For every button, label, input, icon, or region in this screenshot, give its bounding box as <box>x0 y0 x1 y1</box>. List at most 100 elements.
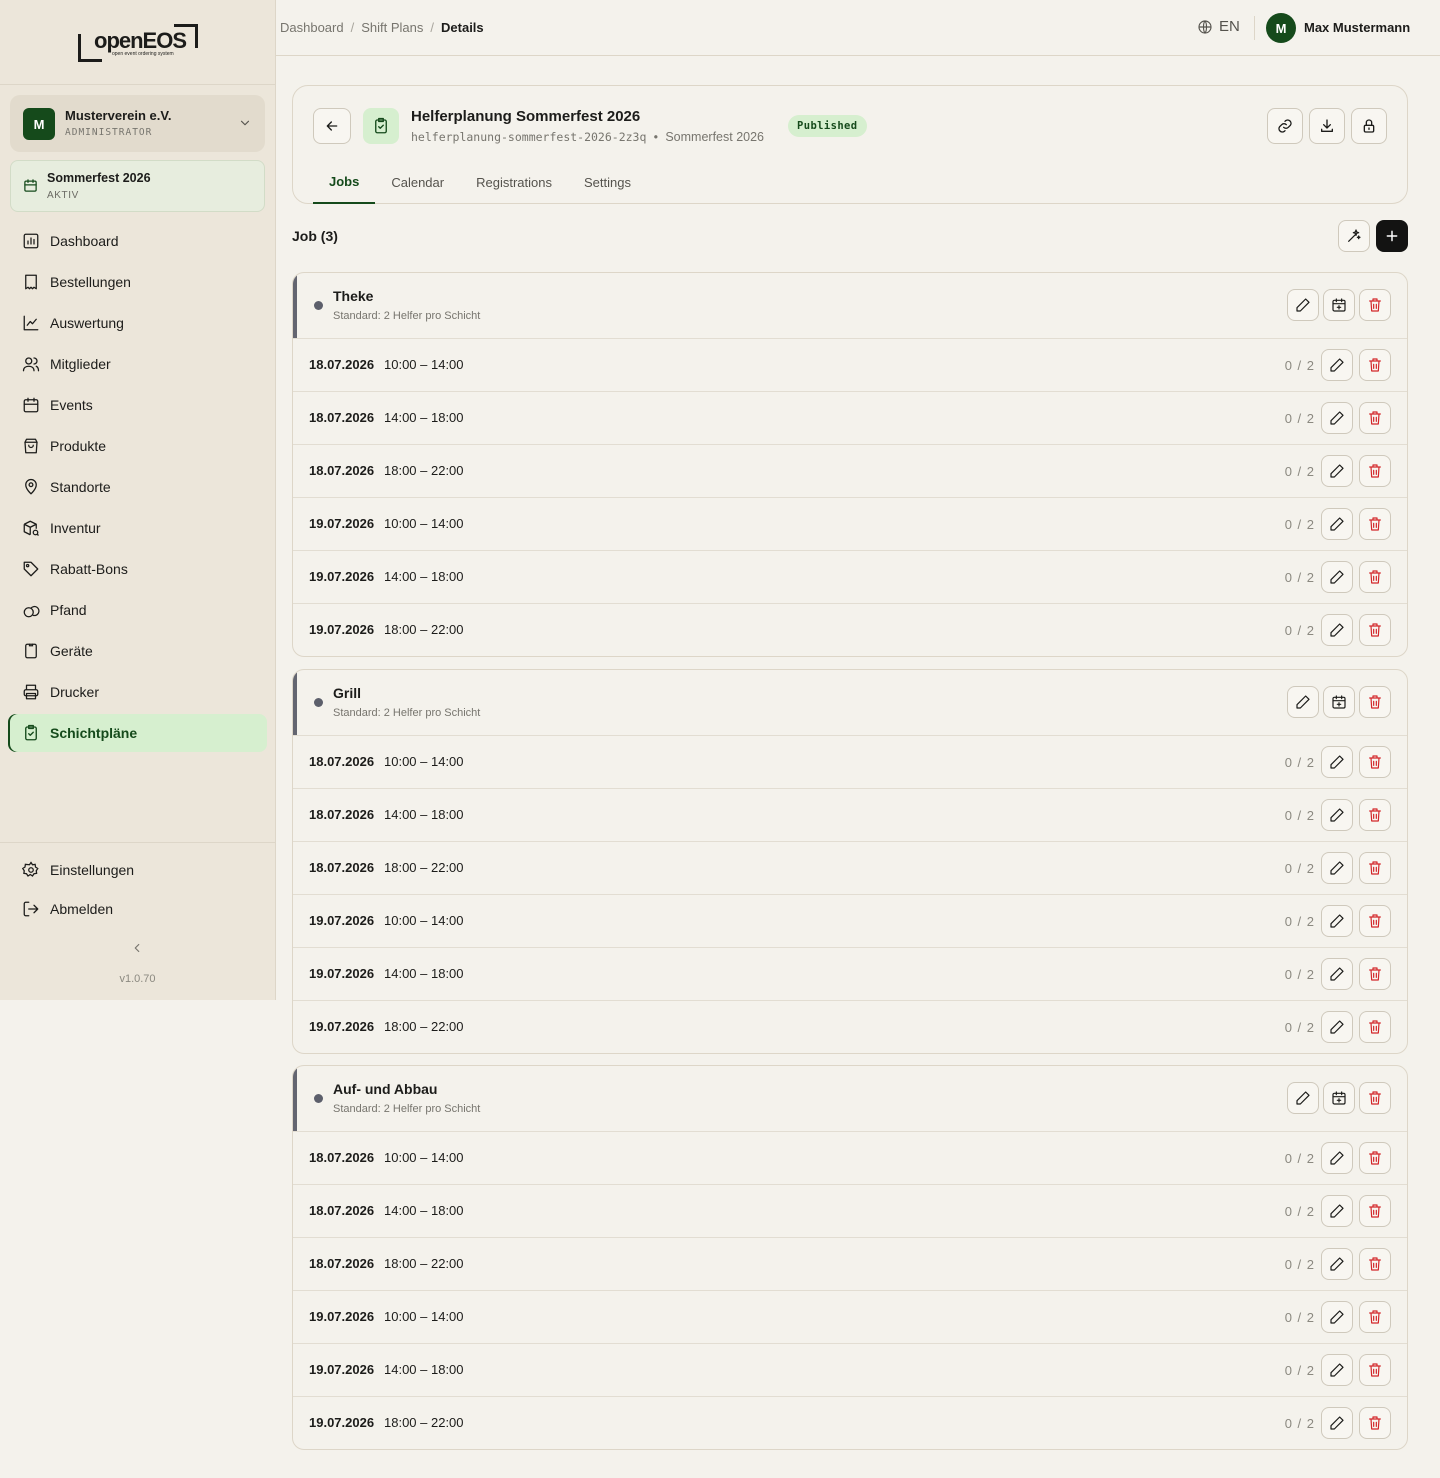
edit-shift-button[interactable] <box>1321 455 1353 487</box>
edit-job-button[interactable] <box>1287 686 1319 718</box>
shift-actions <box>1321 1354 1391 1386</box>
trash-icon <box>1367 569 1383 585</box>
shift-date: 19.07.2026 <box>309 1362 375 1377</box>
delete-job-button[interactable] <box>1359 686 1391 718</box>
edit-shift-button[interactable] <box>1321 1354 1353 1386</box>
sidebar-item-label: Drucker <box>50 684 100 700</box>
edit-shift-button[interactable] <box>1321 349 1353 381</box>
auto-generate-button[interactable] <box>1338 220 1370 252</box>
sidebar-item-einstellungen[interactable]: Einstellungen <box>22 860 134 880</box>
active-event-card[interactable]: Sommerfest 2026 AKTIV <box>10 160 265 212</box>
delete-shift-button[interactable] <box>1359 614 1391 646</box>
tab-registrations[interactable]: Registrations <box>460 161 568 204</box>
delete-shift-button[interactable] <box>1359 1407 1391 1439</box>
logo[interactable]: openEOS open event ordering system <box>78 24 198 64</box>
add-shift-button[interactable] <box>1323 289 1355 321</box>
delete-shift-button[interactable] <box>1359 799 1391 831</box>
trash-icon <box>1367 1256 1383 1272</box>
delete-shift-button[interactable] <box>1359 1248 1391 1280</box>
edit-shift-button[interactable] <box>1321 1195 1353 1227</box>
delete-shift-button[interactable] <box>1359 349 1391 381</box>
delete-shift-button[interactable] <box>1359 402 1391 434</box>
delete-shift-button[interactable] <box>1359 561 1391 593</box>
edit-shift-button[interactable] <box>1321 1407 1353 1439</box>
edit-shift-button[interactable] <box>1321 614 1353 646</box>
delete-shift-button[interactable] <box>1359 958 1391 990</box>
download-button[interactable] <box>1309 108 1345 144</box>
delete-shift-button[interactable] <box>1359 1301 1391 1333</box>
shift-date: 19.07.2026 <box>309 913 375 928</box>
sidebar-item-geraete[interactable]: Geräte <box>8 632 267 670</box>
delete-shift-button[interactable] <box>1359 1142 1391 1174</box>
edit-shift-button[interactable] <box>1321 905 1353 937</box>
sidebar-item-drucker[interactable]: Drucker <box>8 673 267 711</box>
org-name: Musterverein e.V. <box>65 108 172 123</box>
edit-job-button[interactable] <box>1287 289 1319 321</box>
edit-shift-button[interactable] <box>1321 561 1353 593</box>
edit-job-button[interactable] <box>1287 1082 1319 1114</box>
add-shift-button[interactable] <box>1323 686 1355 718</box>
tab-calendar[interactable]: Calendar <box>375 161 460 204</box>
delete-shift-button[interactable] <box>1359 905 1391 937</box>
breadcrumb-shift-plans[interactable]: Shift Plans <box>361 20 423 35</box>
sidebar-item-events[interactable]: Events <box>8 386 267 424</box>
delete-shift-button[interactable] <box>1359 746 1391 778</box>
edit-shift-button[interactable] <box>1321 852 1353 884</box>
sidebar-item-standorte[interactable]: Standorte <box>8 468 267 506</box>
sidebar-item-rabatt-bons[interactable]: Rabatt-Bons <box>8 550 267 588</box>
sidebar-item-inventur[interactable]: Inventur <box>8 509 267 547</box>
tab-jobs[interactable]: Jobs <box>313 161 376 204</box>
edit-shift-button[interactable] <box>1321 958 1353 990</box>
organization-switcher[interactable]: M Musterverein e.V. ADMINISTRATOR <box>10 95 265 152</box>
user-avatar[interactable]: M <box>1266 13 1296 43</box>
pencil-icon <box>1329 754 1345 770</box>
edit-shift-button[interactable] <box>1321 508 1353 540</box>
copy-link-button[interactable] <box>1267 108 1303 144</box>
delete-job-button[interactable] <box>1359 1082 1391 1114</box>
shift-row: 19.07.2026 18:00 – 22:00 0 / 2 <box>293 1397 1407 1449</box>
add-job-button[interactable] <box>1376 220 1408 252</box>
sidebar-item-mitglieder[interactable]: Mitglieder <box>8 345 267 383</box>
pencil-icon <box>1329 1019 1345 1035</box>
sidebar-item-bestellungen[interactable]: Bestellungen <box>8 263 267 301</box>
sidebar-item-produkte[interactable]: Produkte <box>8 427 267 465</box>
shift-helper-count: 0 / 2 <box>1284 358 1315 373</box>
collapse-sidebar-icon[interactable] <box>130 941 144 955</box>
sidebar-item-dashboard[interactable]: Dashboard <box>8 222 267 260</box>
job-default-helpers: Standard: 2 Helfer pro Schicht <box>333 310 481 322</box>
delete-shift-button[interactable] <box>1359 508 1391 540</box>
add-shift-button[interactable] <box>1323 1082 1355 1114</box>
edit-shift-button[interactable] <box>1321 799 1353 831</box>
edit-shift-button[interactable] <box>1321 746 1353 778</box>
delete-shift-button[interactable] <box>1359 1354 1391 1386</box>
shift-date: 19.07.2026 <box>309 1415 375 1430</box>
language-switcher[interactable]: EN <box>1197 18 1240 35</box>
gear-icon <box>22 861 40 879</box>
sidebar-item-abmelden[interactable]: Abmelden <box>22 899 113 919</box>
sidebar-item-auswertung[interactable]: Auswertung <box>8 304 267 342</box>
tab-settings[interactable]: Settings <box>568 161 647 204</box>
shift-time: 18:00 – 22:00 <box>384 622 464 637</box>
logout-label: Abmelden <box>50 901 114 917</box>
delete-shift-button[interactable] <box>1359 1011 1391 1043</box>
delete-job-button[interactable] <box>1359 289 1391 321</box>
trash-icon <box>1367 694 1383 710</box>
delete-shift-button[interactable] <box>1359 1195 1391 1227</box>
job-name: Grill <box>333 685 362 701</box>
delete-shift-button[interactable] <box>1359 455 1391 487</box>
lock-button[interactable] <box>1351 108 1387 144</box>
sidebar-item-pfand[interactable]: Pfand <box>8 591 267 629</box>
edit-shift-button[interactable] <box>1321 1142 1353 1174</box>
delete-shift-button[interactable] <box>1359 852 1391 884</box>
job-card: Auf- und Abbau Standard: 2 Helfer pro Sc… <box>292 1065 1408 1450</box>
edit-shift-button[interactable] <box>1321 1301 1353 1333</box>
shift-time: 18:00 – 22:00 <box>384 463 464 478</box>
sidebar-item-schichtplaene[interactable]: Schichtpläne <box>8 714 267 752</box>
edit-shift-button[interactable] <box>1321 1011 1353 1043</box>
breadcrumb-dashboard[interactable]: Dashboard <box>280 20 344 35</box>
edit-shift-button[interactable] <box>1321 1248 1353 1280</box>
shift-time: 14:00 – 18:00 <box>384 1362 464 1377</box>
user-name[interactable]: Max Mustermann <box>1304 20 1410 35</box>
back-button[interactable] <box>313 108 351 144</box>
edit-shift-button[interactable] <box>1321 402 1353 434</box>
